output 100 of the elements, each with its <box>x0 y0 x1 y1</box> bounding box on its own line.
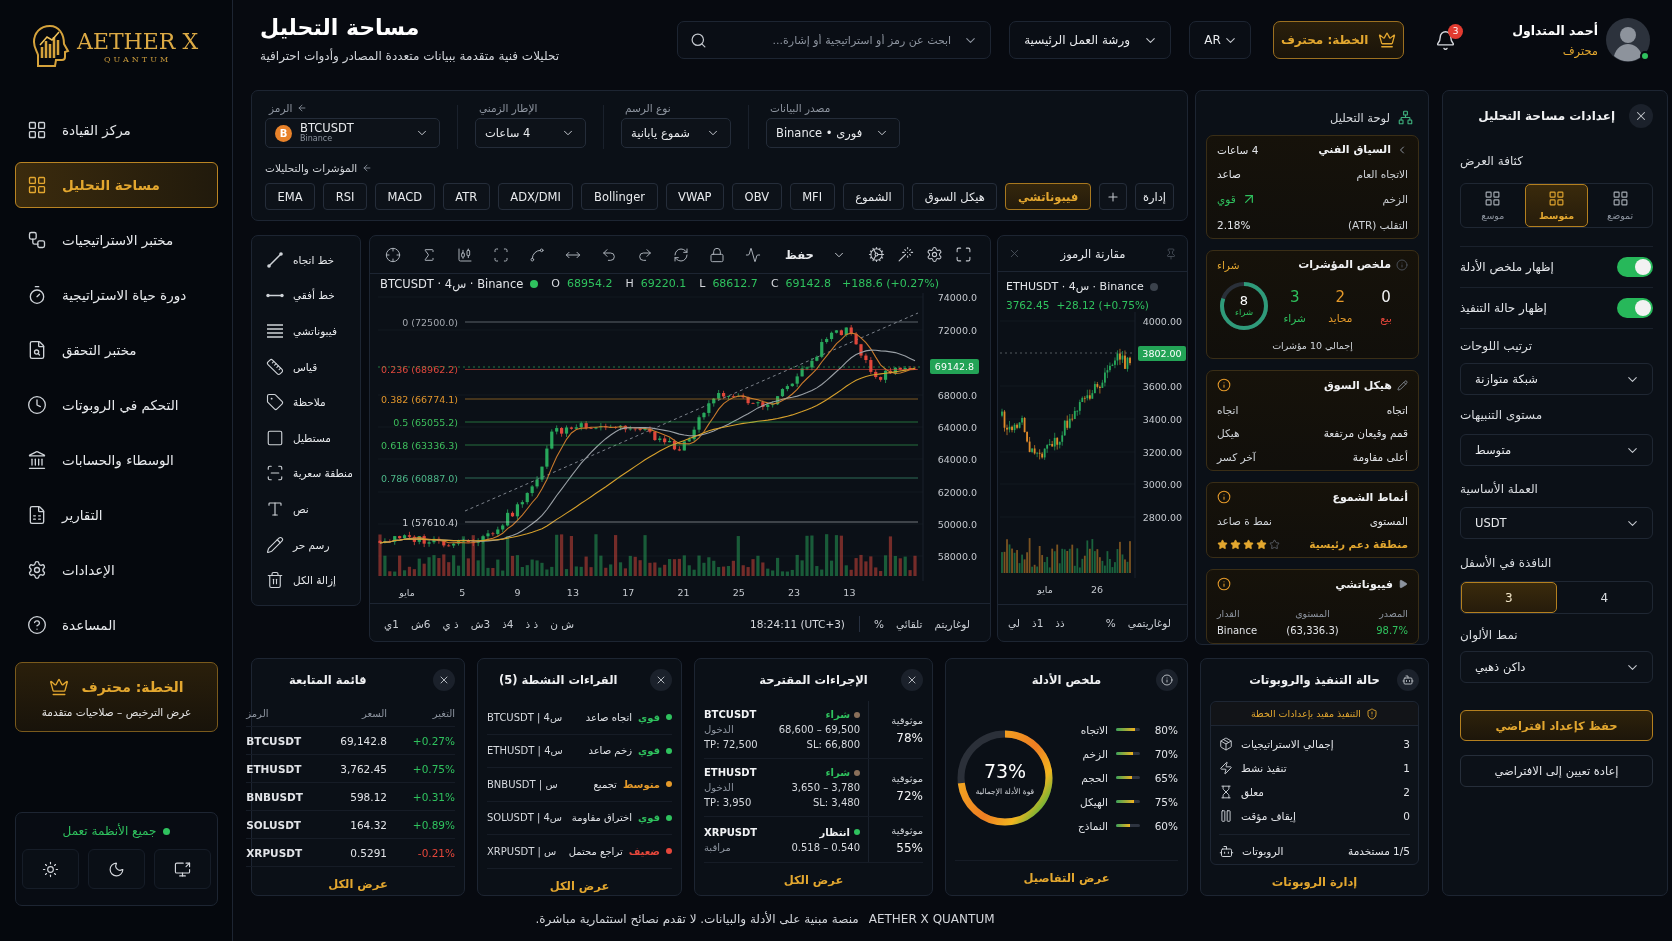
dropdown[interactable]: 4 ساعات <box>475 118 586 148</box>
toggle-switch[interactable] <box>1617 298 1653 318</box>
timeframe-button[interactable]: لي <box>1008 617 1020 629</box>
density-option[interactable]: متوسط <box>1524 184 1589 227</box>
drawing-tool[interactable]: منطقة سعرية <box>256 455 356 492</box>
view-all-link[interactable]: عرض الكل <box>328 867 388 901</box>
nav-item[interactable]: التحكم في الروبوتات <box>15 382 218 428</box>
drawing-tool[interactable]: ملاحظة <box>256 384 356 420</box>
dropdown[interactable]: شبكة متوازنة <box>1460 363 1653 395</box>
nav-item[interactable]: مختبر التحقق <box>15 327 218 373</box>
density-option[interactable]: تموضع <box>1588 184 1652 227</box>
candlestick-icon[interactable] <box>457 246 473 263</box>
add-indicator-button[interactable] <box>1098 183 1127 210</box>
info-icon[interactable] <box>1217 490 1231 504</box>
indicator-chip[interactable]: هيكل السوق <box>912 183 998 210</box>
timeframe-button[interactable]: 1ي <box>384 617 399 630</box>
close-button[interactable] <box>1629 104 1653 128</box>
save-layout-button[interactable]: حفظ <box>785 247 846 262</box>
dropdown[interactable]: داكن ذهبي <box>1460 651 1653 683</box>
nav-item[interactable]: الإعدادات <box>15 547 218 593</box>
drawing-tool[interactable]: فيبوناتشي <box>256 313 356 349</box>
robot-button[interactable] <box>1397 669 1419 691</box>
sigma-icon[interactable] <box>421 246 437 263</box>
timeframe-button[interactable]: 4ذ <box>502 617 514 630</box>
manage-button[interactable]: إدارة <box>1134 183 1174 210</box>
nav-item[interactable]: التقارير <box>15 492 218 538</box>
refresh-icon[interactable] <box>673 246 689 263</box>
drawing-tool[interactable]: مستطيل <box>256 419 356 456</box>
details-link[interactable]: عرض التفاصيل <box>1023 861 1110 895</box>
drawing-tool[interactable]: خط أفقي <box>256 277 356 314</box>
close-button[interactable] <box>433 669 455 691</box>
density-option[interactable]: موسع <box>1461 184 1525 227</box>
plan-button[interactable]: الخطة: محترف <box>1273 21 1405 59</box>
lock-icon[interactable] <box>709 246 725 263</box>
frame-icon[interactable] <box>493 246 509 263</box>
cog-icon[interactable] <box>868 246 885 263</box>
curve-icon[interactable] <box>529 246 545 263</box>
dropdown[interactable]: USDT <box>1460 507 1653 539</box>
segment-option[interactable]: 3 <box>1461 582 1557 613</box>
dropdown[interactable]: Binance • فورى <box>766 118 900 148</box>
nav-item[interactable]: المساعدة <box>15 602 218 648</box>
scale-option[interactable]: لوغاريتمي <box>1127 617 1171 629</box>
pencil-icon[interactable] <box>1397 379 1408 391</box>
indicator-chip[interactable]: ADX/DMI <box>497 183 574 210</box>
scale-option[interactable]: % <box>1105 617 1116 629</box>
redo-icon[interactable] <box>637 246 653 263</box>
wave-icon[interactable] <box>745 246 761 263</box>
timeframe-button[interactable]: ذ ذ <box>525 617 539 630</box>
indicator-chip[interactable]: فيبوناتشي <box>1005 183 1091 210</box>
toggle-switch[interactable] <box>1617 257 1653 277</box>
crosshair-icon[interactable] <box>385 246 401 263</box>
indicator-chip[interactable]: الشموع <box>842 183 905 210</box>
timeframe-button[interactable]: ش ن <box>550 617 575 630</box>
indicator-chip[interactable]: RSI <box>323 183 367 210</box>
fullscreen-icon[interactable] <box>955 246 972 263</box>
view-all-link[interactable]: عرض الكل <box>549 868 610 903</box>
drawing-tool[interactable]: إزالة الكل <box>256 562 356 598</box>
dropdown[interactable]: شموع يابانية <box>621 118 731 148</box>
indicator-chip[interactable]: MFI <box>789 183 835 210</box>
play-icon[interactable] <box>1398 579 1408 589</box>
scale-option[interactable]: تلقائي <box>895 617 923 630</box>
segment-option[interactable]: 4 <box>1556 582 1652 613</box>
nav-item[interactable]: الوسطاء والحسابات <box>15 437 218 483</box>
timeframe-button[interactable]: 1ذ <box>1031 617 1044 629</box>
dark-mode-button[interactable] <box>88 849 145 889</box>
close-button[interactable] <box>901 669 923 691</box>
indicator-chip[interactable]: OBV <box>732 183 782 210</box>
dropdown[interactable]: B BTCUSDT Binance <box>265 118 440 148</box>
info-icon[interactable] <box>1217 577 1231 591</box>
drawing-tool[interactable]: نص <box>256 491 356 527</box>
close-button[interactable] <box>650 669 672 691</box>
reset-button[interactable]: إعادة تعيين إلى الافتراضي <box>1460 755 1653 787</box>
drawing-tool[interactable]: رسم حر <box>256 526 356 563</box>
save-default-button[interactable]: حفظ كإعداد افتراضي <box>1460 710 1653 741</box>
indicator-chip[interactable]: VWAP <box>665 183 725 210</box>
indicator-chip[interactable]: Bollinger <box>581 183 658 210</box>
manage-robots-link[interactable]: إدارة الروبوتات <box>1271 865 1358 899</box>
workspace-dropdown[interactable]: ورشة العمل الرئيسية <box>1009 21 1172 59</box>
wand-icon[interactable] <box>897 246 914 263</box>
view-all-link[interactable]: عرض الكل <box>783 863 844 897</box>
info-button[interactable] <box>1156 669 1178 691</box>
nav-item[interactable]: مساحة التحليل <box>15 162 218 208</box>
timeframe-button[interactable]: ذ ي <box>442 617 459 630</box>
scale-option[interactable]: لوغاريتم <box>934 617 970 630</box>
timeframe-button[interactable]: ذذ <box>1055 617 1065 629</box>
notifications-button[interactable] <box>1435 29 1457 51</box>
nav-item[interactable]: مركز القيادة <box>15 107 218 153</box>
drawing-tool[interactable]: قياس <box>256 348 356 385</box>
nav-item[interactable]: دورة حياة الاستراتيجية <box>15 272 218 318</box>
scale-option[interactable]: % <box>873 617 884 630</box>
screen-button[interactable] <box>154 849 211 889</box>
indicator-chip[interactable]: MACD <box>375 183 435 210</box>
language-dropdown[interactable]: AR <box>1189 21 1252 59</box>
nav-item[interactable]: مختبر الاستراتيجيات <box>15 217 218 263</box>
undo-icon[interactable] <box>601 246 617 263</box>
indicator-chip[interactable]: ATR <box>442 183 490 210</box>
settings-icon[interactable] <box>926 246 943 263</box>
timeframe-button[interactable]: 6ش <box>410 617 431 630</box>
indicator-chip[interactable]: EMA <box>265 183 316 210</box>
info-icon[interactable] <box>1217 378 1231 392</box>
